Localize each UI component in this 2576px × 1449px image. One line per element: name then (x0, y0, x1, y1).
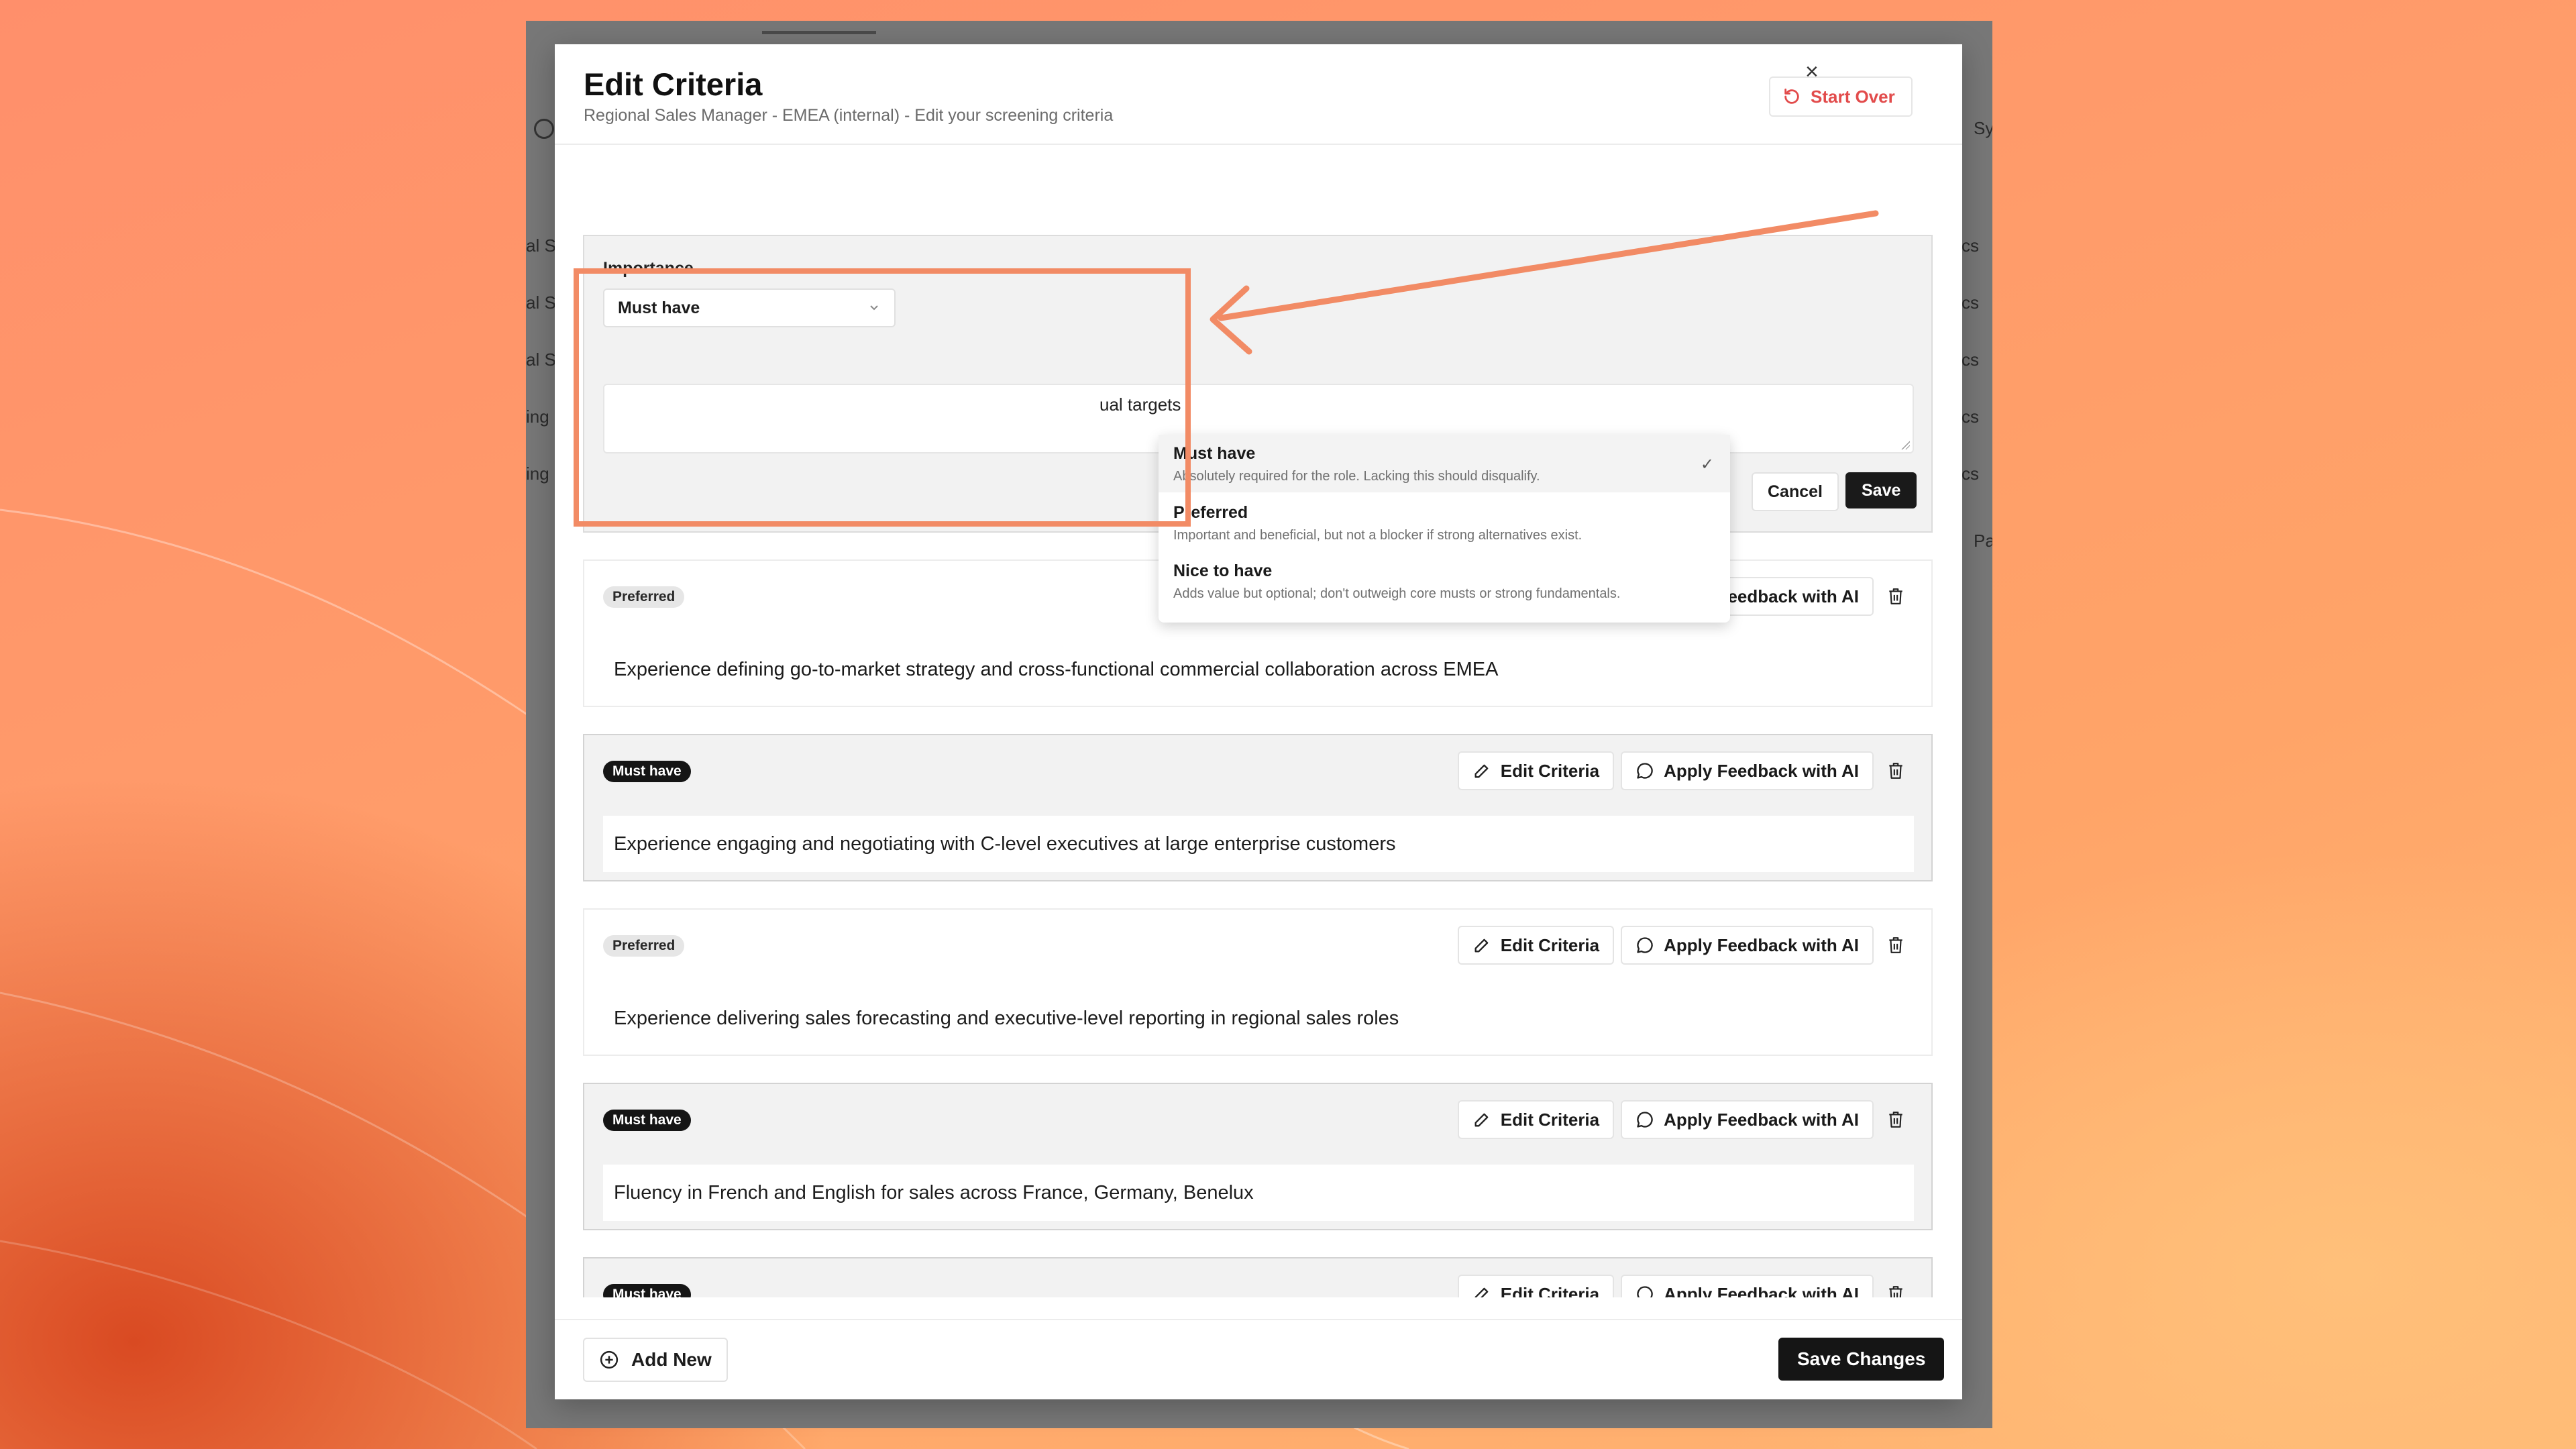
criteria-text: Fluency in French and English for sales … (603, 1165, 1914, 1221)
option-label: Nice to have (1173, 561, 1273, 580)
apply-feedback-label: Apply Feedback with AI (1664, 934, 1859, 955)
criteria-text: Experience defining go-to-market strateg… (614, 658, 1499, 680)
background-text: cs (1962, 292, 1979, 313)
dropdown-option-nice-to-have[interactable]: Nice to have Adds value but optional; do… (1159, 552, 1730, 610)
background-text: Pa (1974, 531, 1992, 551)
background-tab-indicator (762, 31, 876, 34)
edit-criteria-button[interactable]: Edit Criteria (1457, 1100, 1615, 1139)
edit-criteria-button[interactable]: Edit Criteria (1457, 751, 1615, 790)
apply-feedback-button[interactable]: Apply Feedback with AI (1621, 1275, 1874, 1297)
background-text: ing (526, 464, 549, 484)
add-new-button[interactable]: Add New (583, 1338, 728, 1382)
cancel-button[interactable]: Cancel (1752, 472, 1839, 511)
importance-badge: Must have (603, 1110, 691, 1131)
edit-criteria-button[interactable]: Edit Criteria (1457, 1275, 1615, 1298)
importance-badge: Preferred (603, 935, 685, 957)
apply-feedback-button[interactable]: Apply Feedback with AI (1621, 926, 1874, 965)
delete-button[interactable] (1880, 1275, 1911, 1297)
edit-criteria-label: Edit Criteria (1500, 1109, 1600, 1130)
edit-criteria-label: Edit Criteria (1500, 934, 1600, 955)
chat-bubble-icon (1637, 937, 1653, 953)
delete-button[interactable] (1880, 1100, 1911, 1139)
edit-icon (1474, 1113, 1489, 1127)
start-over-label: Start Over (1811, 86, 1895, 107)
option-description: Important and beneficial, but not a bloc… (1173, 528, 1582, 543)
criteria-row: Preferred Edit Criteria Apply Feedback w… (583, 908, 1933, 1056)
save-button[interactable]: Save (1845, 472, 1917, 508)
criteria-row: Must have Edit Criteria Apply Feedback w… (583, 1083, 1933, 1230)
background-text: Sy (1974, 118, 1992, 138)
edit-criteria-label: Edit Criteria (1500, 760, 1600, 781)
resize-handle[interactable] (1900, 440, 1910, 449)
delete-button[interactable] (1880, 926, 1911, 965)
background-text: cs (1962, 350, 1979, 370)
background-text: cs (1962, 407, 1979, 427)
importance-badge: Preferred (603, 586, 685, 608)
plus-circle-icon (600, 1350, 619, 1369)
refresh-icon (1784, 89, 1799, 104)
background-text: al S (526, 292, 556, 313)
background-text: al S (526, 235, 556, 256)
dropdown-option-preferred[interactable]: Preferred Important and beneficial, but … (1159, 494, 1730, 551)
edit-criteria-label: Edit Criteria (1500, 1283, 1600, 1298)
option-label: Preferred (1173, 503, 1248, 522)
apply-feedback-label: Apply Feedback with AI (1664, 1109, 1859, 1130)
edit-icon (1474, 1287, 1489, 1297)
trash-icon (1889, 1286, 1902, 1297)
annotation-highlight-box (574, 268, 1191, 527)
modal-subtitle: Regional Sales Manager - EMEA (internal)… (584, 106, 1114, 125)
edit-criteria-modal: Edit Criteria Regional Sales Manager - E… (555, 44, 1962, 1399)
chat-bubble-icon (1637, 1286, 1653, 1297)
importance-badge: Must have (603, 1284, 691, 1297)
background-text: cs (1962, 235, 1979, 256)
modal-header: Edit Criteria Regional Sales Manager - E… (555, 44, 1962, 145)
check-icon: ✓ (1700, 455, 1714, 474)
criteria-text: Experience delivering sales forecasting … (614, 1007, 1399, 1029)
trash-icon (1889, 937, 1902, 953)
background-text: al S (526, 350, 556, 370)
row-toolbar: Edit Criteria Apply Feedback with AI (1457, 1275, 1911, 1298)
option-description: Adds value but optional; don't outweigh … (1173, 586, 1621, 601)
criteria-row: Must have Edit Criteria Apply Feedback w… (583, 734, 1933, 881)
apply-feedback-button[interactable]: Apply Feedback with AI (1621, 751, 1874, 790)
apply-feedback-label: Apply Feedback with AI (1664, 1283, 1859, 1298)
save-changes-button[interactable]: Save Changes (1778, 1338, 1945, 1381)
trash-icon (1889, 1112, 1902, 1128)
modal-title: Edit Criteria (584, 66, 763, 102)
criteria-row: Must have Edit Criteria Apply Feedback w… (583, 1257, 1933, 1297)
delete-button[interactable] (1880, 751, 1911, 790)
criteria-text: Experience engaging and negotiating with… (603, 816, 1914, 872)
chat-bubble-icon (1637, 1112, 1653, 1128)
delete-button[interactable] (1880, 577, 1911, 616)
trash-icon (1889, 588, 1902, 604)
row-toolbar: Edit Criteria Apply Feedback with AI (1457, 751, 1911, 790)
modal-footer: Add New Save Changes (555, 1319, 1962, 1399)
apply-feedback-button[interactable]: Apply Feedback with AI (1621, 1100, 1874, 1139)
dropdown-option-must-have[interactable]: Must have Absolutely required for the ro… (1159, 435, 1730, 492)
importance-dropdown: Must have Absolutely required for the ro… (1159, 435, 1730, 623)
apply-feedback-label: Apply Feedback with AI (1664, 760, 1859, 781)
background-text: cs (1962, 464, 1979, 484)
start-over-button[interactable]: Start Over (1769, 76, 1913, 117)
chat-bubble-icon (1637, 763, 1653, 779)
row-toolbar: Edit Criteria Apply Feedback with AI (1457, 926, 1911, 965)
edit-criteria-button[interactable]: Edit Criteria (1457, 926, 1615, 965)
edit-icon (1474, 764, 1489, 778)
close-icon[interactable]: × (1805, 60, 1819, 83)
background-add-icon (534, 119, 554, 139)
row-toolbar: Edit Criteria Apply Feedback with AI (1457, 1100, 1911, 1139)
background-text: ing (526, 407, 549, 427)
trash-icon (1889, 763, 1902, 779)
option-description: Absolutely required for the role. Lackin… (1173, 469, 1540, 484)
edit-icon (1474, 938, 1489, 953)
add-new-label: Add New (631, 1349, 712, 1370)
importance-badge: Must have (603, 761, 691, 782)
option-label: Must have (1173, 444, 1256, 463)
